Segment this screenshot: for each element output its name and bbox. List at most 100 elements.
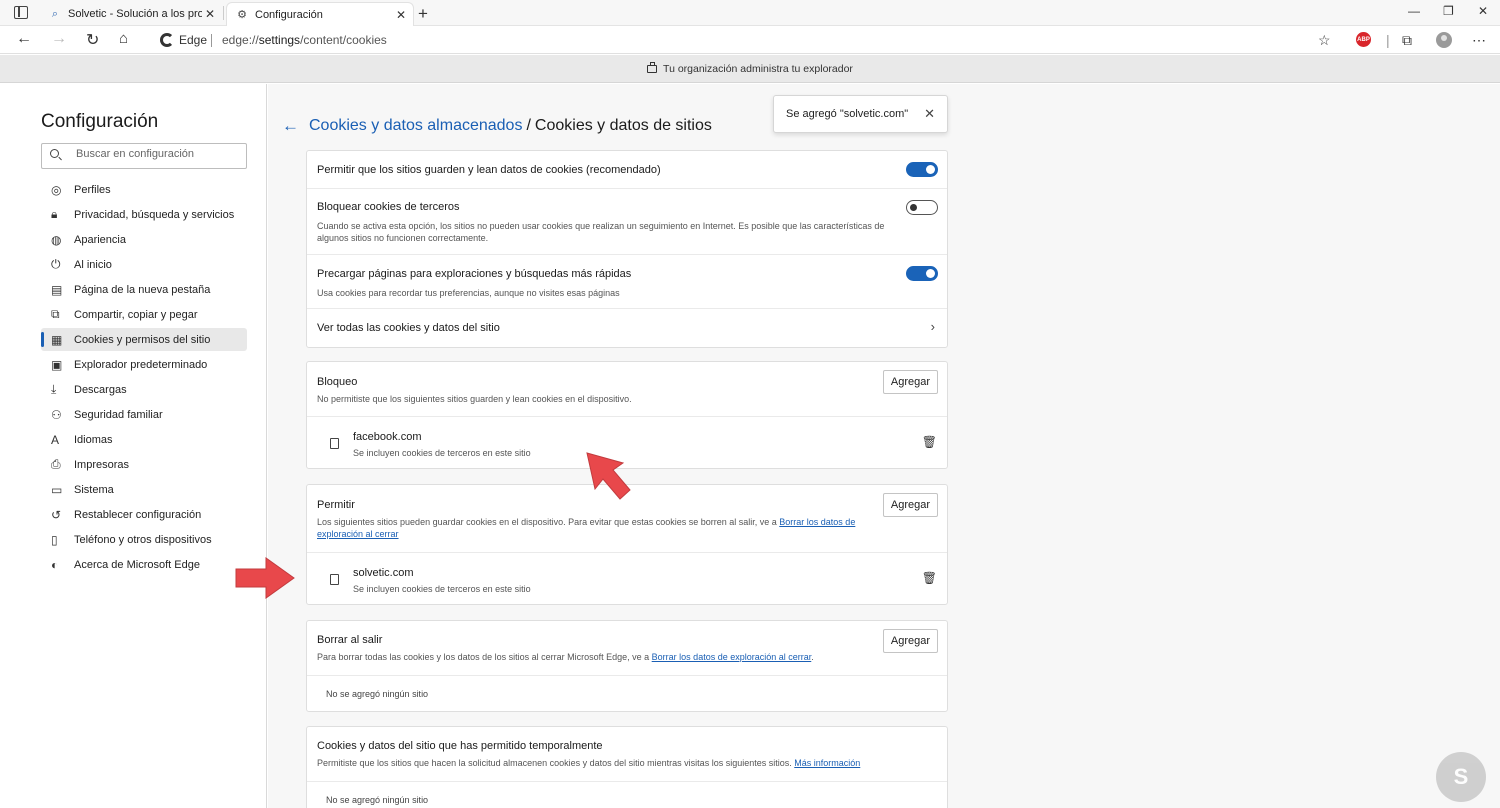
- search-box[interactable]: [41, 143, 247, 169]
- cookie-permissions-icon: ▦: [51, 332, 63, 347]
- phone-icon: ▯: [51, 532, 58, 547]
- clear-on-close-link[interactable]: Borrar los datos de exploración al cerra…: [652, 652, 812, 662]
- section-title: Cookies y datos del sitio que has permit…: [317, 740, 603, 752]
- allow-cookies-toggle[interactable]: [906, 162, 938, 177]
- page-title: Configuración: [41, 111, 159, 132]
- sidebar-item-seguridad-familiar[interactable]: ⚇ Seguridad familiar: [41, 403, 247, 426]
- restore-icon[interactable]: ❐: [1443, 4, 1454, 18]
- clear-on-exit-card: Borrar al salir Para borrar todas las co…: [306, 620, 948, 712]
- back-arrow-icon[interactable]: ←: [282, 116, 299, 136]
- sidebar-item-apariencia[interactable]: ◍ Apariencia: [41, 228, 247, 251]
- trash-icon[interactable]: 🗑︎: [922, 435, 937, 449]
- cookie-settings-card: Permitir que los sitios guarden y lean d…: [306, 150, 948, 348]
- sidebar-item-perfiles[interactable]: ◎ Perfiles: [41, 178, 247, 201]
- refresh-icon[interactable]: ↻: [86, 30, 99, 50]
- sidebar-item-descargas[interactable]: ⤓ Descargas: [41, 378, 247, 401]
- sidebar-item-idiomas[interactable]: A Idiomas: [41, 428, 247, 451]
- breadcrumb-current: Cookies y datos de sitios: [534, 117, 712, 134]
- tab-solvetic[interactable]: ⌕ Solvetic - Solución a los problem ✕: [40, 2, 222, 26]
- search-icon: [50, 149, 59, 158]
- document-icon: [330, 574, 339, 585]
- sidebar-item-cookies[interactable]: ▦ Cookies y permisos del sitio: [41, 328, 247, 351]
- empty-state: No se agregó ningún sitio: [307, 781, 947, 808]
- setting-description: Cuando se activa esta opción, los sitios…: [317, 221, 885, 243]
- section-title: Borrar al salir: [317, 634, 383, 646]
- breadcrumb-parent-link[interactable]: Cookies y datos almacenados: [309, 117, 522, 135]
- setting-title: Permitir que los sitios guarden y lean d…: [317, 164, 661, 176]
- temporary-card: Cookies y datos del sitio que has permit…: [306, 726, 948, 808]
- gear-icon: ⚙: [237, 9, 247, 21]
- document-icon: [330, 438, 339, 449]
- sidebar-item-sistema[interactable]: ▭ Sistema: [41, 478, 247, 501]
- minimize-icon[interactable]: —: [1408, 4, 1420, 18]
- tab-actions-icon[interactable]: [14, 6, 28, 19]
- share-icon: ⧉: [51, 307, 60, 321]
- briefcase-icon: [647, 61, 658, 73]
- add-clear-on-exit-button[interactable]: Agregar: [883, 629, 938, 653]
- setting-row-block-third-party: Bloquear cookies de terceros Cuando se a…: [307, 189, 947, 255]
- managed-banner: Tu organización administra tu explorador: [0, 55, 1500, 83]
- temporary-header: Cookies y datos del sitio que has permit…: [307, 727, 947, 781]
- tab-title: Configuración: [255, 8, 323, 21]
- forward-icon[interactable]: →: [51, 30, 67, 48]
- sidebar-item-impresoras[interactable]: ⎙ Impresoras: [41, 453, 247, 476]
- newtab-icon: ▤: [51, 282, 63, 297]
- home-icon[interactable]: ⌂: [119, 30, 128, 47]
- close-window-icon[interactable]: ✕: [1478, 4, 1488, 18]
- family-icon: ⚇: [51, 407, 62, 422]
- sidebar-item-restablecer[interactable]: ↺ Restablecer configuración: [41, 503, 247, 526]
- collections-icon[interactable]: ⧉: [1402, 32, 1412, 49]
- setting-title: Precargar páginas para exploraciones y b…: [317, 268, 632, 280]
- more-info-link[interactable]: Más información: [794, 758, 860, 768]
- printer-icon: ⎙: [51, 457, 61, 471]
- add-allow-button[interactable]: Agregar: [883, 493, 938, 517]
- tab-title: Solvetic - Solución a los problem: [68, 8, 202, 20]
- favorites-star-icon[interactable]: ☆: [1318, 32, 1331, 49]
- setting-row-preload: Precargar páginas para exploraciones y b…: [307, 255, 947, 309]
- trash-icon[interactable]: 🗑︎: [922, 571, 937, 585]
- add-block-button[interactable]: Agregar: [883, 370, 938, 394]
- profile-avatar[interactable]: [1436, 32, 1452, 48]
- list-item: solvetic.com Se incluyen cookies de terc…: [307, 552, 947, 605]
- search-input[interactable]: [76, 148, 241, 160]
- preload-toggle[interactable]: [906, 266, 938, 281]
- setting-title: Ver todas las cookies y datos del sitio: [317, 322, 500, 334]
- section-title: Permitir: [317, 499, 355, 511]
- close-tab-icon[interactable]: ✕: [393, 8, 409, 22]
- lock-icon: 🔒︎: [51, 207, 58, 221]
- url-field[interactable]: edge://settings/content/cookies: [222, 33, 387, 47]
- power-icon: ⏻: [51, 257, 61, 271]
- site-subtitle: Se incluyen cookies de terceros en este …: [353, 448, 531, 458]
- section-description: Para borrar todas las cookies y los dato…: [317, 652, 814, 662]
- settings-sidebar: Configuración ◎Perfiles 🔒︎Privacidad, bú…: [0, 84, 267, 808]
- sidebar-item-al-inicio[interactable]: ⏻ Al inicio: [41, 253, 247, 276]
- address-brand: Edge: [179, 33, 208, 47]
- block-third-party-toggle[interactable]: [906, 200, 938, 215]
- address-bar: ← → ↻ ⌂ Edge edge://settings/content/coo…: [0, 26, 1500, 54]
- reset-icon: ↺: [51, 507, 62, 522]
- tab-configuracion[interactable]: ⚙ Configuración ✕: [226, 2, 414, 26]
- solvetic-watermark-logo: S: [1436, 752, 1486, 802]
- download-icon: ⤓: [51, 382, 57, 396]
- adblock-extension-icon[interactable]: ABP: [1356, 32, 1371, 47]
- more-options-icon[interactable]: ⋯: [1472, 32, 1486, 49]
- block-header: Bloqueo No permitiste que los siguientes…: [307, 362, 947, 416]
- site-subtitle: Se incluyen cookies de terceros en este …: [353, 584, 531, 594]
- close-tab-icon[interactable]: ✕: [202, 7, 218, 21]
- new-tab-icon[interactable]: +: [418, 4, 428, 24]
- section-title: Bloqueo: [317, 376, 358, 388]
- sidebar-item-telefono[interactable]: ▯ Teléfono y otros dispositivos: [41, 528, 247, 551]
- palette-icon: ◍: [51, 232, 62, 247]
- sidebar-item-compartir[interactable]: ⧉ Compartir, copiar y pegar: [41, 303, 247, 326]
- close-icon[interactable]: ✕: [924, 106, 935, 122]
- sidebar-item-explorador[interactable]: ▣ Explorador predeterminado: [41, 353, 247, 376]
- empty-state: No se agregó ningún sitio: [307, 675, 947, 712]
- toolbar-divider: |: [1386, 32, 1390, 48]
- empty-text: No se agregó ningún sitio: [326, 689, 429, 699]
- managed-banner-text: Tu organización administra tu explorador: [663, 62, 853, 75]
- sidebar-item-acerca[interactable]: ◐ Acerca de Microsoft Edge: [41, 553, 247, 576]
- view-all-cookies-row[interactable]: Ver todas las cookies y datos del sitio …: [307, 309, 947, 347]
- sidebar-item-privacidad[interactable]: 🔒︎ Privacidad, búsqueda y servicios: [41, 203, 247, 226]
- back-icon[interactable]: ←: [16, 30, 32, 48]
- sidebar-item-nueva-pestana[interactable]: ▤ Página de la nueva pestaña: [41, 278, 247, 301]
